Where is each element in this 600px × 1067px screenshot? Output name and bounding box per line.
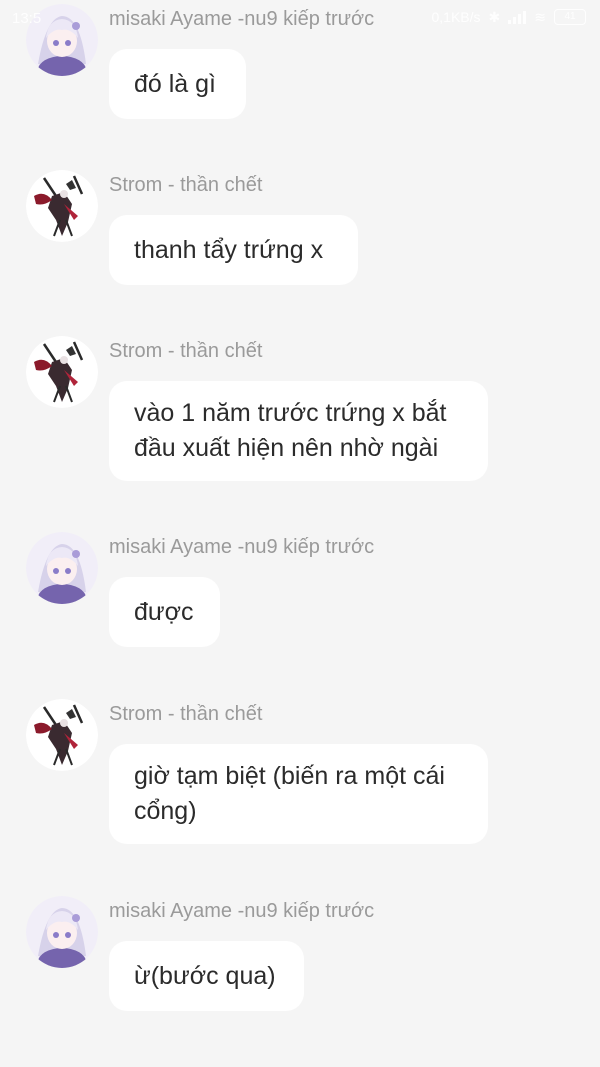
message-text: đó là gì xyxy=(134,69,217,98)
message-text: được xyxy=(134,597,194,626)
message-bubble[interactable]: được xyxy=(109,577,220,647)
misaki-avatar-image xyxy=(26,532,98,604)
message-text: ừ(bước qua) xyxy=(134,961,276,990)
message-text: giờ tạm biệt (biến ra một cái cổng) xyxy=(134,762,445,825)
strom-avatar-image xyxy=(26,336,98,408)
sender-name: misaki Ayame -nu9 kiếp trước xyxy=(109,8,375,30)
message-bubble[interactable]: ừ(bước qua) xyxy=(109,941,304,1011)
sender-name: Strom - thần chết xyxy=(109,340,263,362)
misaki-avatar-image xyxy=(26,896,98,968)
strom-avatar-image xyxy=(26,170,98,242)
message-bubble[interactable]: thanh tẩy trứng x xyxy=(109,215,358,285)
sender-name: Strom - thần chết xyxy=(109,174,263,196)
message-text: thanh tẩy trứng x xyxy=(134,235,324,264)
strom-avatar[interactable] xyxy=(26,699,98,771)
message-bubble[interactable]: vào 1 năm trước trứng x bắt đầu xuất hiệ… xyxy=(109,381,488,481)
sender-name: misaki Ayame -nu9 kiếp trước xyxy=(109,900,375,922)
misaki-avatar-image xyxy=(26,4,98,76)
strom-avatar[interactable] xyxy=(26,336,98,408)
chat-list[interactable]: misaki Ayame -nu9 kiếp trước đó là gì St… xyxy=(0,0,600,1067)
misaki-avatar[interactable] xyxy=(26,4,98,76)
message-bubble[interactable]: đó là gì xyxy=(109,49,246,119)
message-text: vào 1 năm trước trứng x bắt đầu xuất hiệ… xyxy=(134,399,447,462)
misaki-avatar[interactable] xyxy=(26,532,98,604)
sender-name: misaki Ayame -nu9 kiếp trước xyxy=(109,536,375,558)
strom-avatar-image xyxy=(26,699,98,771)
sender-name: Strom - thần chết xyxy=(109,703,263,725)
message-bubble[interactable]: giờ tạm biệt (biến ra một cái cổng) xyxy=(109,744,488,844)
strom-avatar[interactable] xyxy=(26,170,98,242)
misaki-avatar[interactable] xyxy=(26,896,98,968)
